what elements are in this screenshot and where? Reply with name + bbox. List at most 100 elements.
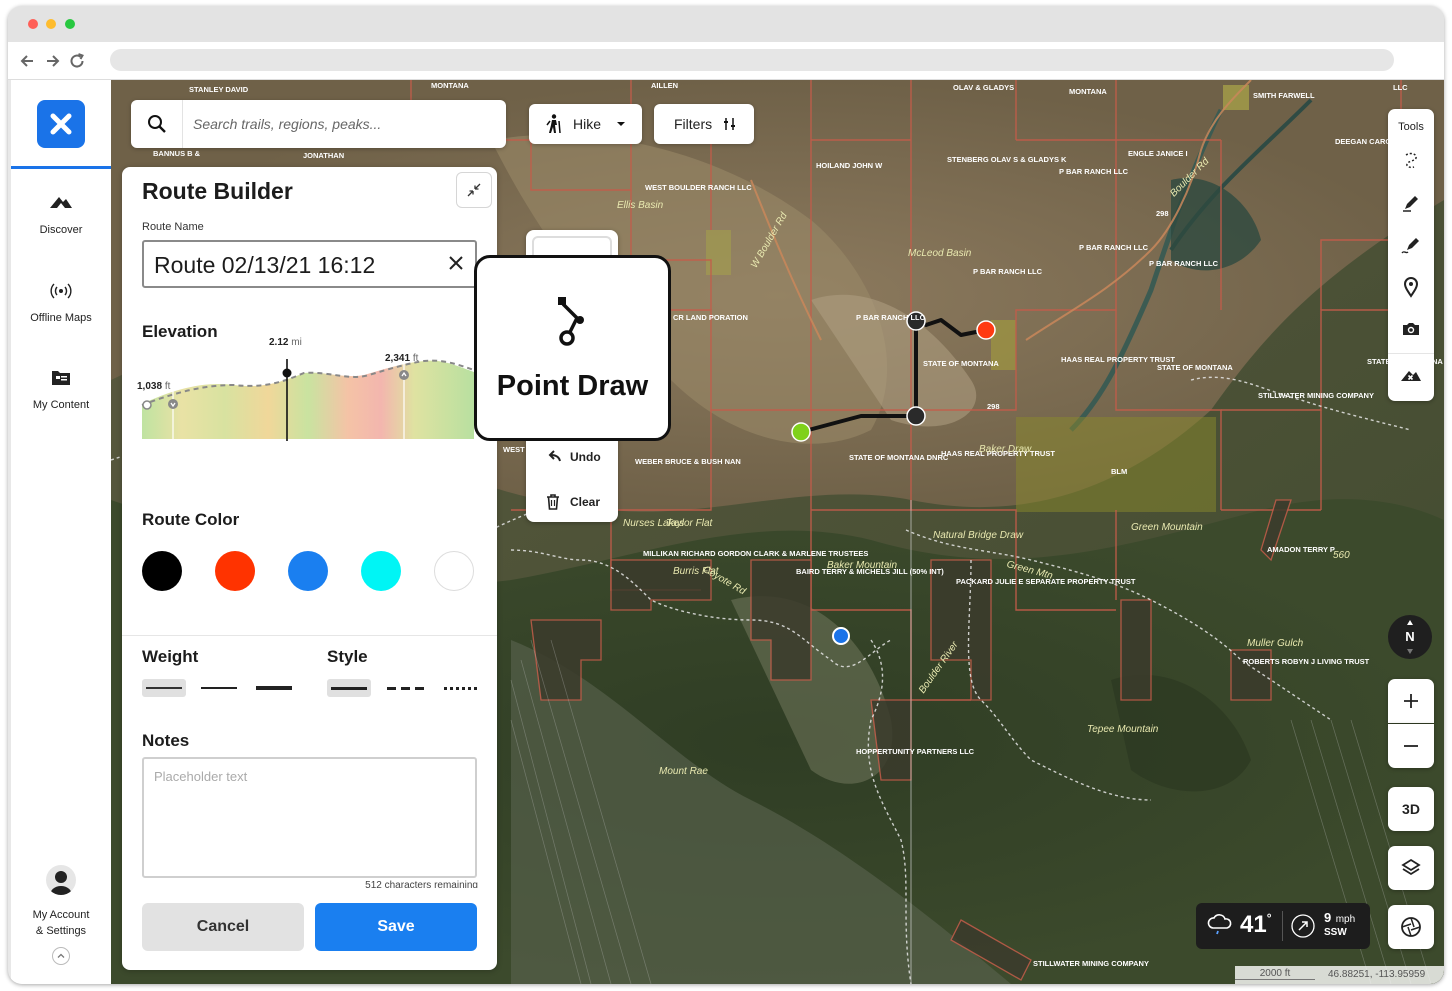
style-heading: Style (327, 647, 368, 666)
svg-text:STATE OF MONTANA DNRC: STATE OF MONTANA DNRC (849, 453, 949, 462)
forward-icon[interactable] (41, 50, 63, 72)
temperature-value: 41 (1240, 911, 1267, 938)
save-button[interactable]: Save (315, 903, 477, 951)
route-name-value: Route 02/13/21 16:12 (154, 252, 376, 278)
wind-direction: SSW (1324, 927, 1347, 938)
notes-heading: Notes (142, 731, 190, 750)
compass-button[interactable]: N (1388, 615, 1432, 659)
cloud-rain-icon (1207, 914, 1232, 935)
point-draw-tooltip[interactable]: Point Draw (474, 255, 671, 441)
reload-icon[interactable] (66, 50, 88, 72)
weight-thick[interactable] (252, 679, 296, 697)
weather-widget[interactable]: 41° 9 mph SSW (1196, 903, 1370, 949)
color-swatch-black[interactable] (142, 551, 182, 591)
panel-title: Route Builder (142, 178, 293, 204)
search-bar[interactable] (131, 100, 506, 148)
svg-text:STILLWATER MINING COMPANY: STILLWATER MINING COMPANY (1033, 959, 1149, 968)
svg-text:AMADON TERRY P: AMADON TERRY P (1267, 545, 1335, 554)
undo-button[interactable]: Undo (546, 450, 601, 464)
layers-icon (1401, 858, 1421, 876)
svg-text:Nurses Lakes: Nurses Lakes (623, 518, 684, 529)
app-sidebar: Discover Offline Maps My Content My Acco… (11, 80, 111, 984)
app-logo[interactable] (37, 100, 85, 148)
notes-textarea[interactable]: Placeholder text (142, 757, 477, 878)
terrain-cancel-icon[interactable] (1399, 364, 1423, 388)
svg-text:298: 298 (987, 402, 1000, 411)
route-end-point (976, 320, 996, 340)
color-swatch-red[interactable] (215, 551, 255, 591)
collapse-button[interactable] (456, 172, 492, 208)
svg-text:CR LAND PORATION: CR LAND PORATION (673, 313, 748, 322)
account-label-line2: & Settings (35, 925, 87, 937)
svg-text:WEST BOULDER RANCH LLC: WEST BOULDER RANCH LLC (645, 183, 752, 192)
color-swatch-cyan[interactable] (361, 551, 401, 591)
elevation-chart[interactable]: 2.12 mi 1,038 ft 2,341 ft (137, 337, 479, 461)
svg-text:STANLEY DAVID: STANLEY DAVID (189, 85, 249, 94)
layers-button[interactable] (1388, 846, 1434, 890)
style-solid[interactable] (327, 679, 371, 697)
svg-text:Baker Draw: Baker Draw (979, 444, 1032, 455)
activity-dropdown[interactable]: Hike (529, 104, 642, 144)
undo-icon (548, 450, 561, 462)
map-pin-icon[interactable] (1399, 275, 1423, 299)
color-swatch-blue[interactable] (288, 551, 328, 591)
zoom-out-button[interactable] (1388, 724, 1434, 768)
route-name-field[interactable]: Route 02/13/21 16:12 (142, 240, 477, 288)
svg-text:Tepee Mountain: Tepee Mountain (1087, 724, 1159, 735)
maximize-window-button[interactable] (65, 19, 75, 29)
clear-input-icon[interactable] (447, 254, 465, 272)
3d-label: 3D (1402, 801, 1420, 817)
close-window-button[interactable] (28, 19, 38, 29)
svg-text:STATE OF MONTANA: STATE OF MONTANA (923, 359, 999, 368)
elevation-heading: Elevation (142, 322, 218, 341)
pencil-icon[interactable] (1399, 191, 1423, 215)
collapse-icon (467, 183, 481, 197)
weight-heading: Weight (142, 647, 199, 666)
camera-icon[interactable] (1399, 317, 1423, 341)
search-icon[interactable] (131, 100, 183, 148)
svg-text:McLeod Basin: McLeod Basin (908, 248, 972, 259)
svg-text:P BAR RANCH LLC: P BAR RANCH LLC (856, 313, 926, 322)
wind-direction-icon (1291, 914, 1315, 938)
3d-button[interactable]: 3D (1388, 787, 1434, 831)
svg-text:HOILAND JOHN W: HOILAND JOHN W (816, 161, 883, 170)
color-swatch-white[interactable] (434, 551, 474, 591)
weight-medium[interactable] (197, 679, 241, 697)
offline-maps-icon (50, 283, 72, 299)
sidebar-item-discover[interactable]: Discover (11, 192, 111, 236)
svg-text:298: 298 (1156, 209, 1169, 218)
wind-unit: mph (1335, 914, 1356, 925)
back-icon[interactable] (17, 50, 39, 72)
minimize-window-button[interactable] (46, 19, 56, 29)
svg-text:P BAR RANCH LLC: P BAR RANCH LLC (1149, 259, 1219, 268)
style-dotted[interactable] (440, 679, 484, 697)
svg-text:BANNUS B &: BANNUS B & (153, 149, 201, 158)
app-logo-icon (50, 113, 72, 135)
style-dashed[interactable] (384, 679, 428, 697)
scale-distance: 2000 ft (1235, 968, 1315, 980)
point-draw-title: Point Draw (496, 370, 649, 402)
account-settings[interactable]: My Account & Settings (11, 865, 111, 965)
svg-text:Ellis Basin: Ellis Basin (617, 200, 664, 211)
tools-divider (1388, 353, 1434, 354)
temperature-degree: ° (1266, 911, 1272, 925)
clear-label: Clear (570, 495, 601, 509)
filters-button[interactable]: Filters (654, 104, 754, 144)
elevation-marker-unit: mi (291, 337, 302, 348)
address-bar[interactable] (110, 49, 1394, 71)
chevron-up-icon[interactable] (52, 947, 70, 965)
weight-thin[interactable] (142, 679, 186, 697)
lasso-icon[interactable] (1399, 149, 1423, 173)
sidebar-item-my-content[interactable]: My Content (11, 367, 111, 411)
clear-button[interactable]: Clear (546, 494, 600, 510)
route-draw-icon[interactable] (1399, 233, 1423, 257)
locate-button[interactable] (1388, 905, 1434, 949)
cancel-button[interactable]: Cancel (142, 903, 304, 951)
sidebar-item-offline-maps[interactable]: Offline Maps (11, 280, 111, 324)
svg-text:P BAR RANCH LLC: P BAR RANCH LLC (1079, 243, 1149, 252)
zoom-in-button[interactable] (1388, 679, 1434, 723)
svg-text:Mount Rae: Mount Rae (659, 766, 708, 777)
avatar (46, 865, 76, 895)
map-canvas[interactable]: STANLEY DAVID MONTANA AILLEN OLAV & GLAD… (111, 80, 1444, 984)
search-input[interactable] (193, 112, 493, 136)
